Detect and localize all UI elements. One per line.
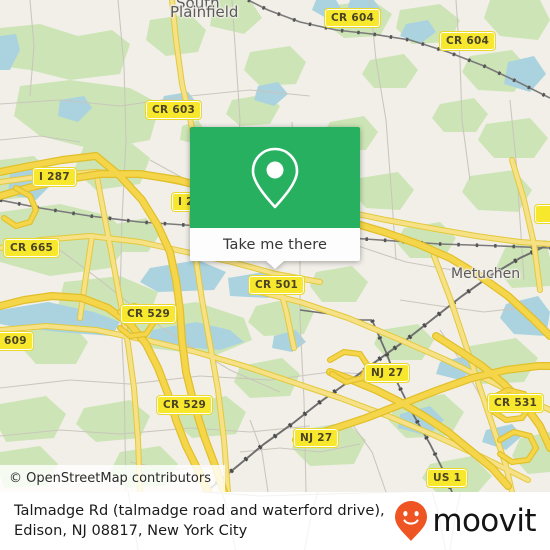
road-shield-edge-clipped[interactable] bbox=[534, 204, 550, 224]
road-shield-cr529-b[interactable]: CR 529 bbox=[155, 395, 214, 415]
location-title-line2: Edison, NJ 08817, New York City bbox=[14, 522, 248, 539]
popup-pointer bbox=[266, 261, 284, 269]
map-attribution[interactable]: © OpenStreetMap contributors bbox=[0, 465, 225, 492]
map-canvas[interactable]: South Plainfield Metuchen CR 604 CR 604 … bbox=[0, 0, 550, 492]
road-shield-nj27-b[interactable]: NJ 27 bbox=[292, 428, 340, 448]
popup-header bbox=[190, 127, 360, 228]
road-shield-us1[interactable]: US 1 bbox=[425, 468, 469, 488]
moovit-brand[interactable]: moovit bbox=[394, 500, 538, 542]
road-shield-609[interactable]: 609 bbox=[0, 331, 34, 351]
place-label-plainfield: Plainfield bbox=[170, 3, 239, 21]
attribution-text: © OpenStreetMap contributors bbox=[9, 471, 211, 486]
road-shield-cr501[interactable]: CR 501 bbox=[247, 275, 306, 295]
take-me-there-label: Take me there bbox=[222, 236, 328, 253]
location-title-line1: Talmadge Rd (talmadge road and waterford… bbox=[14, 502, 385, 519]
road-shield-cr531[interactable]: CR 531 bbox=[486, 393, 545, 413]
road-shield-cr665[interactable]: CR 665 bbox=[2, 238, 61, 258]
map-pin-icon bbox=[251, 147, 299, 208]
road-shield-nj27-a[interactable]: NJ 27 bbox=[363, 363, 411, 383]
location-popup[interactable]: Take me there bbox=[190, 127, 360, 269]
road-shield-i287-a[interactable]: I 287 bbox=[32, 167, 77, 187]
footer-content: Talmadge Rd (talmadge road and waterford… bbox=[0, 492, 550, 550]
moovit-location-card: South Plainfield Metuchen CR 604 CR 604 … bbox=[0, 0, 550, 550]
place-label-metuchen: Metuchen bbox=[451, 266, 521, 282]
moovit-wordmark: moovit bbox=[432, 502, 536, 539]
location-title: Talmadge Rd (talmadge road and waterford… bbox=[14, 501, 394, 541]
popup-footer[interactable]: Take me there bbox=[190, 228, 360, 269]
moovit-smiley-pin-icon bbox=[395, 501, 428, 541]
road-shield-cr603[interactable]: CR 603 bbox=[144, 100, 203, 120]
footer-bar: Talmadge Rd (talmadge road and waterford… bbox=[0, 492, 550, 550]
road-shield-cr529-a[interactable]: CR 529 bbox=[119, 304, 178, 324]
road-shield-cr604-b[interactable]: CR 604 bbox=[438, 31, 497, 51]
road-shield-cr604-a[interactable]: CR 604 bbox=[323, 8, 382, 28]
